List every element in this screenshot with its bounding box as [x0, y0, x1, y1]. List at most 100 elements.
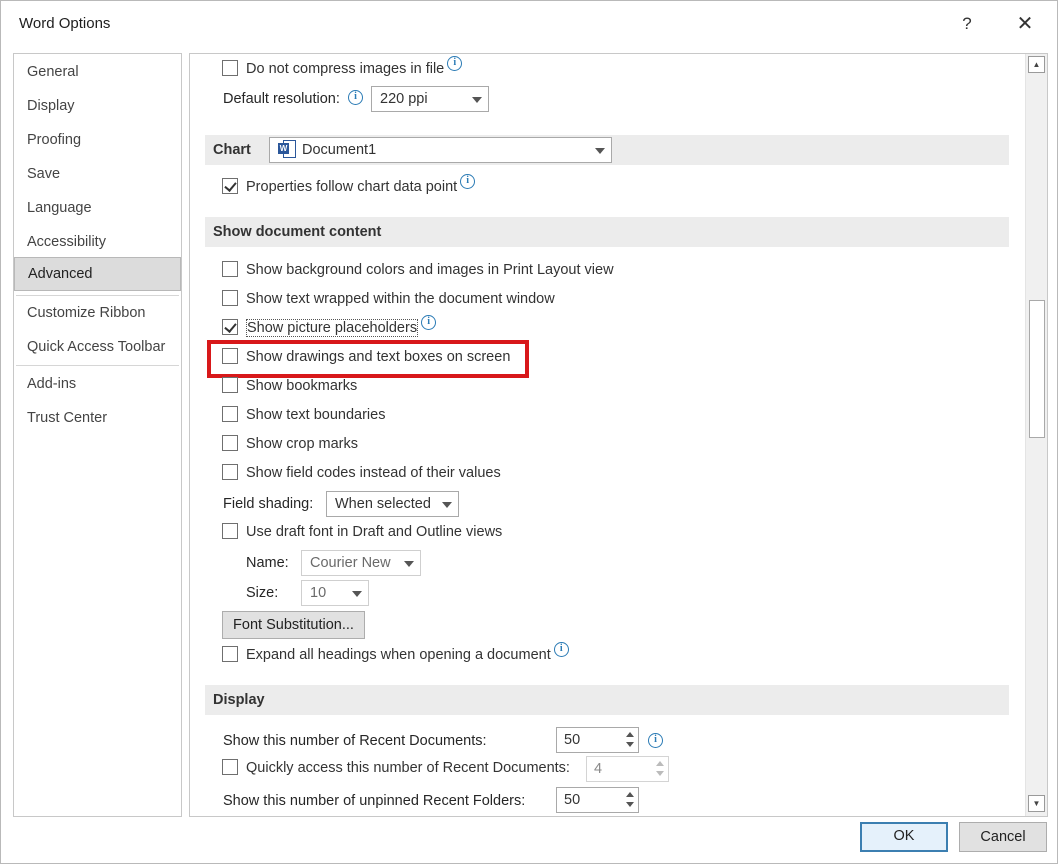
recent-documents-label: Show this number of Recent Documents: — [223, 733, 487, 749]
sidebar-item-language[interactable]: Language — [14, 192, 181, 224]
options-sidebar: General Display Proofing Save Language A… — [13, 53, 182, 817]
quick-access-recent-checkbox[interactable] — [222, 759, 238, 776]
spin-arrows-icon[interactable] — [624, 730, 636, 750]
sidebar-item-advanced[interactable]: Advanced — [14, 257, 181, 291]
section-header-display: Display — [205, 685, 1009, 715]
default-resolution-value: 220 ppi — [380, 91, 428, 107]
show-background-colors-label: Show background colors and images in Pri… — [246, 262, 614, 279]
show-text-wrapped-label: Show text wrapped within the document wi… — [246, 291, 555, 308]
close-button[interactable]: ✕ — [1010, 11, 1040, 37]
show-crop-marks-option[interactable]: Show crop marks — [222, 433, 358, 455]
info-icon: i — [421, 315, 437, 330]
section-header-show-document-content: Show document content — [205, 217, 1009, 247]
no-compress-images-checkbox[interactable] — [222, 60, 238, 77]
quick-access-recent-spinner[interactable]: 4 — [586, 756, 669, 782]
show-text-wrapped-option[interactable]: Show text wrapped within the document wi… — [222, 288, 555, 310]
sidebar-item-quick-access-toolbar[interactable]: Quick Access Toolbar — [14, 331, 181, 363]
font-substitution-button[interactable]: Font Substitution... — [222, 611, 365, 639]
info-icon: i — [460, 174, 476, 189]
show-text-boundaries-label: Show text boundaries — [246, 407, 386, 424]
show-text-wrapped-checkbox[interactable] — [222, 290, 238, 307]
quick-access-recent-value: 4 — [594, 761, 603, 777]
show-field-codes-option[interactable]: Show field codes instead of their values — [222, 462, 501, 484]
properties-follow-option[interactable]: Properties follow chart data point i — [222, 174, 476, 198]
draft-font-size-label: Size: — [246, 585, 279, 601]
draft-font-checkbox[interactable] — [222, 523, 238, 540]
sidebar-divider — [16, 365, 179, 366]
draft-font-option[interactable]: Use draft font in Draft and Outline view… — [222, 521, 502, 543]
properties-follow-checkbox[interactable] — [222, 178, 238, 195]
field-shading-select[interactable]: When selected — [326, 491, 459, 517]
scroll-up-arrow-icon[interactable]: ▲ — [1028, 56, 1045, 73]
draft-font-size-value: 10 — [310, 585, 327, 601]
sidebar-item-general[interactable]: General — [14, 56, 181, 88]
spin-arrows-icon[interactable] — [654, 759, 666, 779]
show-crop-marks-label: Show crop marks — [246, 436, 359, 453]
dialog-title: Word Options — [19, 15, 111, 32]
word-document-icon: W — [278, 140, 296, 159]
scrollbar-thumb[interactable] — [1029, 300, 1045, 438]
draft-font-label: Use draft font in Draft and Outline view… — [246, 524, 503, 541]
expand-headings-checkbox[interactable] — [222, 646, 238, 663]
quick-access-recent-option[interactable]: Quickly access this number of Recent Doc… — [222, 757, 570, 779]
cancel-button[interactable]: Cancel — [959, 822, 1047, 852]
sidebar-item-customize-ribbon[interactable]: Customize Ribbon — [14, 297, 181, 329]
chart-document-select[interactable]: W Document1 — [269, 137, 612, 163]
show-picture-placeholders-checkbox[interactable] — [222, 319, 238, 336]
chevron-down-icon — [472, 97, 482, 103]
draft-font-name-value: Courier New — [310, 555, 391, 571]
properties-follow-label: Properties follow chart data point — [246, 179, 458, 196]
no-compress-images-label: Do not compress images in file — [246, 61, 445, 78]
show-background-colors-option[interactable]: Show background colors and images in Pri… — [222, 259, 614, 281]
chart-document-value: Document1 — [302, 142, 377, 158]
scroll-down-arrow-icon[interactable]: ▼ — [1028, 795, 1045, 812]
spin-arrows-icon[interactable] — [624, 790, 636, 810]
show-text-boundaries-checkbox[interactable] — [222, 406, 238, 423]
recent-documents-value: 50 — [564, 732, 581, 748]
sidebar-item-trust-center[interactable]: Trust Center — [14, 402, 181, 434]
info-icon: i — [553, 642, 569, 657]
word-options-dialog: Word Options ? ✕ General Display Proofin… — [0, 0, 1058, 864]
chevron-down-icon — [595, 148, 605, 154]
chevron-down-icon — [404, 561, 414, 567]
draft-font-name-select[interactable]: Courier New — [301, 550, 421, 576]
recent-documents-spinner[interactable]: 50 — [556, 727, 639, 753]
sidebar-item-proofing[interactable]: Proofing — [14, 124, 181, 156]
recent-folders-spinner[interactable]: 50 — [556, 787, 639, 813]
sidebar-item-save[interactable]: Save — [14, 158, 181, 190]
show-bookmarks-option[interactable]: Show bookmarks — [222, 375, 357, 397]
show-background-colors-checkbox[interactable] — [222, 261, 238, 278]
field-shading-label: Field shading: — [223, 496, 314, 512]
title-bar: Word Options ? ✕ — [1, 1, 1057, 47]
show-crop-marks-checkbox[interactable] — [222, 435, 238, 452]
info-icon: i — [447, 56, 463, 71]
ok-button[interactable]: OK — [860, 822, 948, 852]
info-icon: i — [348, 90, 363, 105]
show-field-codes-label: Show field codes instead of their values — [246, 465, 501, 482]
draft-font-name-label: Name: — [246, 555, 289, 571]
info-icon: i — [648, 733, 663, 748]
recent-folders-value: 50 — [564, 792, 581, 808]
default-resolution-select[interactable]: 220 ppi — [371, 86, 489, 112]
expand-headings-label: Expand all headings when opening a docum… — [246, 647, 551, 664]
draft-font-size-select[interactable]: 10 — [301, 580, 369, 606]
field-shading-value: When selected — [335, 496, 431, 512]
chevron-down-icon — [352, 591, 362, 597]
show-picture-placeholders-option[interactable]: Show picture placeholders i — [222, 315, 437, 339]
expand-headings-option[interactable]: Expand all headings when opening a docum… — [222, 642, 569, 666]
help-button[interactable]: ? — [952, 11, 982, 37]
show-text-boundaries-option[interactable]: Show text boundaries — [222, 404, 385, 426]
recent-folders-label: Show this number of unpinned Recent Fold… — [223, 793, 526, 809]
sidebar-item-accessibility[interactable]: Accessibility — [14, 226, 181, 258]
show-field-codes-checkbox[interactable] — [222, 464, 238, 481]
chevron-down-icon — [442, 502, 452, 508]
vertical-scrollbar[interactable]: ▲ ▼ — [1025, 54, 1047, 816]
show-picture-placeholders-label: Show picture placeholders — [246, 319, 419, 338]
quick-access-recent-label: Quickly access this number of Recent Doc… — [246, 760, 570, 777]
default-resolution-label: Default resolution: — [223, 91, 340, 107]
sidebar-item-add-ins[interactable]: Add-ins — [14, 368, 181, 400]
no-compress-images-option[interactable]: Do not compress images in file i — [222, 56, 463, 80]
sidebar-divider — [16, 295, 179, 296]
show-bookmarks-checkbox[interactable] — [222, 377, 238, 394]
sidebar-item-display[interactable]: Display — [14, 90, 181, 122]
